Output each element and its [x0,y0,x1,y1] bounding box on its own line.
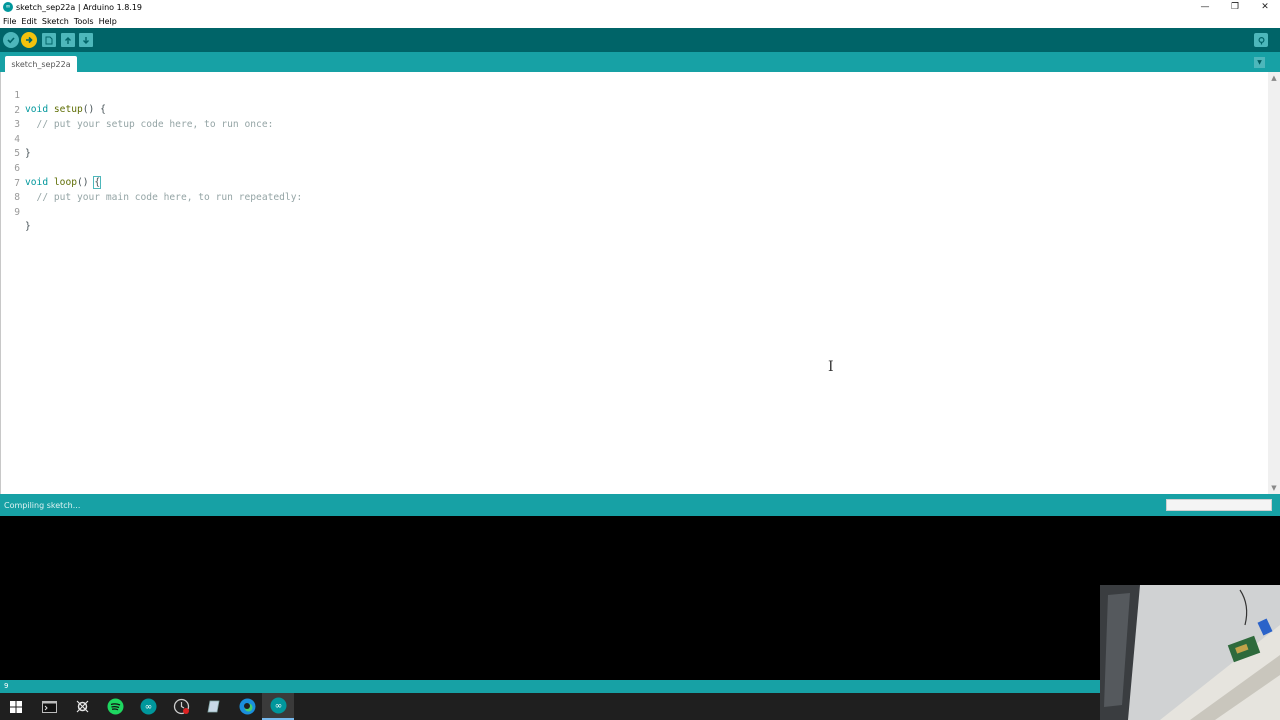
scroll-down-icon[interactable]: ▼ [1268,482,1280,494]
code-line: 6 void loop() { [1,148,1261,189]
magnifier-icon [1257,36,1265,44]
scroll-up-icon[interactable]: ▲ [1268,72,1280,84]
toolbar [0,28,1280,52]
code-line: 3 [1,104,1261,130]
status-message: Compiling sketch... [4,501,81,510]
close-button[interactable]: ✕ [1250,0,1280,14]
minimize-button[interactable]: — [1190,0,1220,14]
console-output[interactable] [0,516,1280,680]
recorder-icon[interactable] [165,693,197,720]
notes-icon[interactable] [198,693,230,720]
check-icon [7,37,15,44]
current-line-number: 9 [4,682,9,690]
tab-menu-button[interactable]: ▼ [1254,57,1265,68]
code-line: 2 // put your setup code here, to run on… [1,90,1261,130]
open-button[interactable] [61,33,75,47]
windows-taskbar: ∞ ∞ [0,693,1100,720]
menu-tools[interactable]: Tools [74,17,94,26]
tab-bar: sketch_sep22a ▼ [0,52,1280,72]
arduino-active-icon[interactable]: ∞ [262,693,294,720]
svg-text:∞: ∞ [274,702,282,712]
text-cursor-icon: I [828,359,834,375]
status-bar: Compiling sketch... [0,494,1280,516]
menu-bar: File Edit Sketch Tools Help [0,14,1280,28]
arduino-icon[interactable]: ∞ [132,693,164,720]
serial-monitor-button[interactable] [1254,33,1268,47]
code-editor[interactable]: 1 void setup() { 2 // put your setup cod… [0,72,1280,494]
upload-button[interactable] [21,32,37,48]
verify-button[interactable] [3,32,19,48]
maximize-button[interactable]: ❐ [1220,0,1250,14]
menu-file[interactable]: File [3,17,16,26]
code-line: 1 void setup() { [1,75,1261,115]
spotify-icon[interactable] [99,693,131,720]
menu-edit[interactable]: Edit [21,17,37,26]
line-number-bar: 9 [0,680,1100,693]
new-file-icon [45,36,53,44]
arrow-right-icon [26,36,33,44]
window-controls: — ❐ ✕ [1190,0,1280,14]
window-title: sketch_sep22a | Arduino 1.8.19 [16,2,143,12]
code-line: 7 // put your main code here, to run rep… [1,163,1261,203]
screen: ∞ sketch_sep22a | Arduino 1.8.19 — ❐ ✕ F… [0,0,1280,720]
edge-icon[interactable] [231,693,263,720]
webcam-overlay [1100,585,1280,720]
code-line: 4 } [1,119,1261,159]
tool-icon[interactable] [66,693,98,720]
arduino-app-icon: ∞ [3,2,13,12]
arrow-down-icon [83,36,89,44]
tab-sketch[interactable]: sketch_sep22a [5,56,77,72]
compile-progress-bar [1166,499,1272,511]
title-bar: ∞ sketch_sep22a | Arduino 1.8.19 — ❐ ✕ [0,0,1280,14]
code-line: 9 } [1,192,1261,232]
webcam-image [1100,585,1280,720]
menu-help[interactable]: Help [99,17,117,26]
menu-sketch[interactable]: Sketch [42,17,69,26]
terminal-icon[interactable] [33,693,65,720]
windows-start-icon[interactable] [0,693,32,720]
svg-text:∞: ∞ [144,703,152,713]
code-text: } [25,221,31,232]
code-line: 8 [1,177,1261,203]
save-button[interactable] [79,33,93,47]
arrow-up-icon [65,36,71,44]
new-button[interactable] [42,33,56,47]
vertical-scrollbar[interactable]: ▲ ▼ [1268,72,1280,494]
line-number: 9 [14,207,20,218]
code-line: 5 [1,133,1261,159]
